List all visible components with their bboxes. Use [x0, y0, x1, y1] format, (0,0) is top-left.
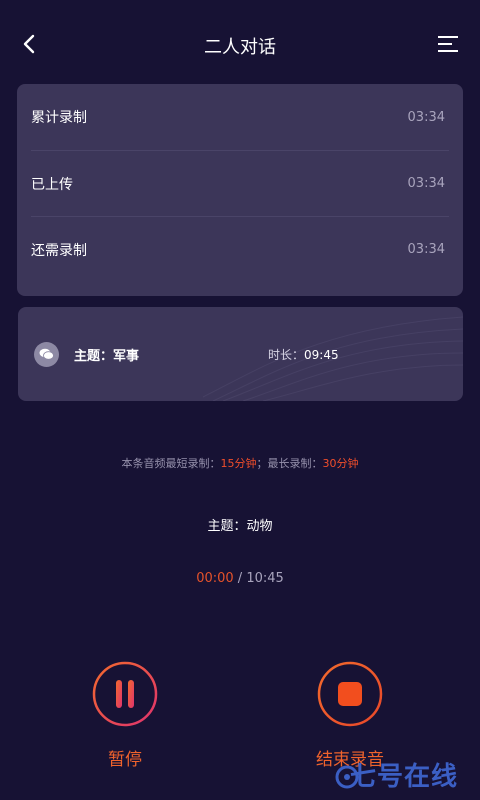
stat-label: 累计录制: [31, 110, 87, 126]
stat-label: 已上传: [31, 176, 73, 193]
topic-title: 主题：军事: [74, 349, 140, 364]
stat-value: 03:34: [407, 242, 445, 257]
duration-value: 09:45: [304, 348, 339, 362]
timer-total: 10:45: [246, 571, 284, 586]
pause-label[interactable]: 暂停: [76, 745, 174, 770]
stop-icon: [317, 661, 383, 727]
stat-label: 还需录制: [31, 242, 87, 259]
limits-prefix: 本条音频最短录制：: [121, 457, 221, 470]
page-title: 二人对话: [204, 37, 276, 58]
pause-button[interactable]: [92, 661, 158, 727]
stat-row-total-recorded: 累计录制 03:34: [31, 84, 449, 150]
limits-separator: ；最长录制：: [256, 457, 323, 470]
recording-stats-card: 累计录制 03:34 已上传 03:34 还需录制 03:34: [17, 84, 463, 296]
topic-card[interactable]: 主题：军事 时长：09:45: [18, 307, 463, 401]
limits-max: 30分钟: [322, 457, 359, 470]
menu-icon: [438, 36, 458, 52]
stat-row-uploaded: 已上传 03:34: [31, 150, 449, 216]
app-header: 二人对话: [0, 0, 480, 88]
limits-min: 15分钟: [220, 457, 257, 470]
stat-row-remaining: 还需录制 03:34: [31, 216, 449, 282]
pause-icon: [92, 661, 158, 727]
recording-timer: 00:00 / 10:45: [0, 571, 480, 586]
duration-label: 时长：: [268, 348, 305, 362]
menu-button[interactable]: [438, 35, 460, 53]
current-topic: 主题：动物: [207, 519, 273, 534]
stat-value: 03:34: [407, 109, 445, 125]
timer-elapsed: 00:00: [196, 571, 234, 586]
stat-value: 03:34: [407, 176, 445, 191]
topic-duration: 时长：09:45: [268, 346, 339, 363]
timer-separator: /: [233, 571, 247, 586]
watermark-text: 七号在线: [350, 762, 459, 792]
chat-bubble-icon: [34, 342, 59, 367]
stop-recording-button[interactable]: [317, 661, 383, 727]
recording-limits-note: 本条音频最短录制：15分钟；最长录制：30分钟: [0, 455, 480, 471]
